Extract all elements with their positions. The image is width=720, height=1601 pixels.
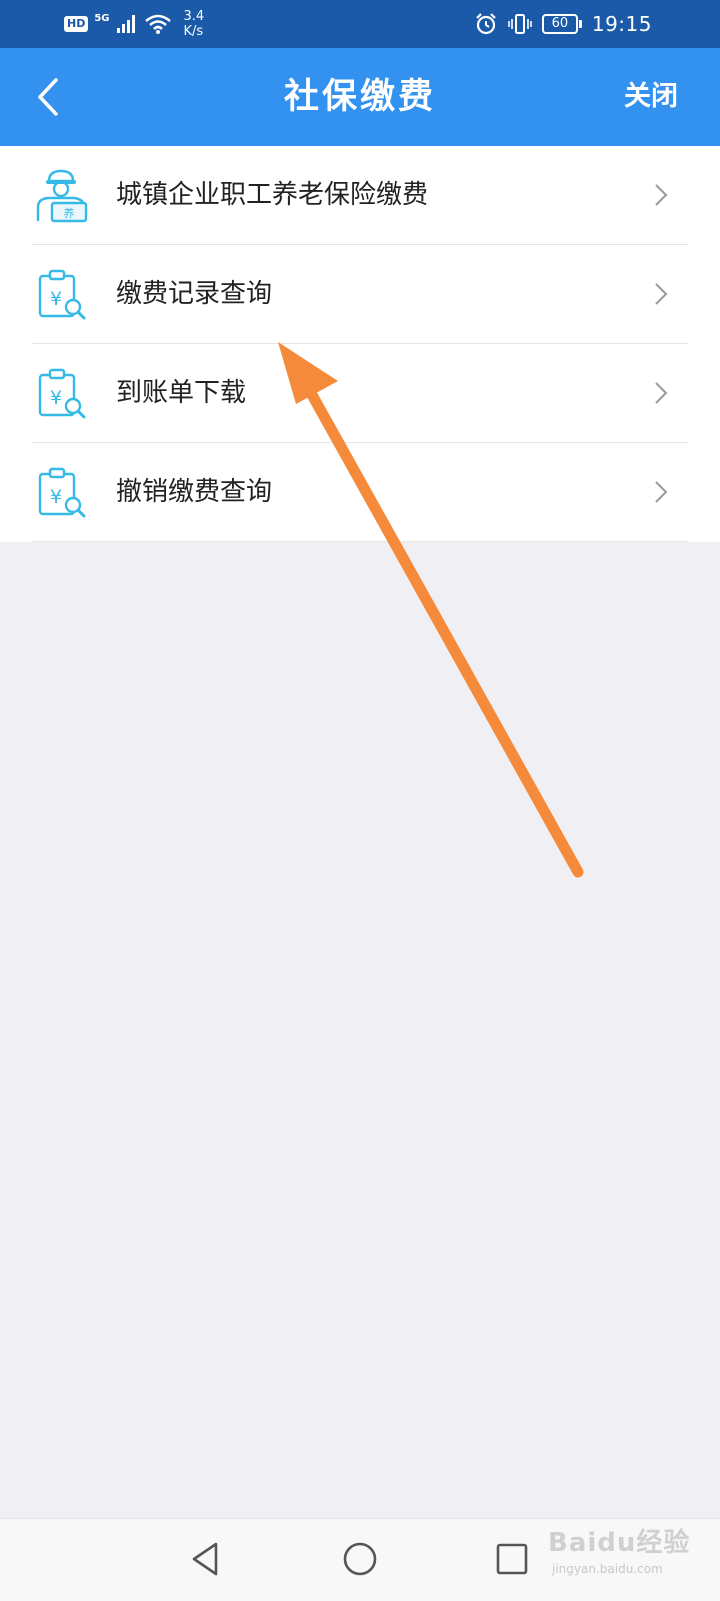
svg-text:¥: ¥ xyxy=(50,288,62,310)
payment-receipt-icon: ¥ xyxy=(38,368,86,419)
divider xyxy=(32,541,688,542)
nav-back-triangle-icon[interactable] xyxy=(186,1538,228,1580)
svg-text:养: 养 xyxy=(64,206,75,220)
chevron-right-icon xyxy=(655,481,668,503)
battery-tip xyxy=(578,20,582,28)
svg-text:¥: ¥ xyxy=(50,486,62,508)
page-title: 社保缴费 xyxy=(283,76,436,117)
pension-worker-icon: 养 xyxy=(36,169,88,223)
menu-item-receipt-download[interactable]: ¥ 到账单下载 xyxy=(0,344,720,443)
network-speed-value: 3.4 xyxy=(183,9,205,24)
battery-indicator: 60 xyxy=(541,14,582,34)
network-speed-unit: K/s xyxy=(183,24,204,39)
baidu-watermark: Baidu经验 jingyan.baidu.com xyxy=(548,1512,698,1592)
chevron-right-icon xyxy=(655,283,668,305)
menu-item-pension-payment[interactable]: 养 城镇企业职工养老保险缴费 xyxy=(0,146,720,245)
alarm-icon xyxy=(476,13,496,35)
menu-item-payment-records[interactable]: ¥ 缴费记录查询 xyxy=(0,245,720,344)
hd-voice-icon: HD xyxy=(64,16,89,32)
network-speed: 3.4 K/s xyxy=(184,9,205,39)
svg-text:¥: ¥ xyxy=(50,387,62,409)
navigation-bar: 社保缴费 关闭 xyxy=(0,48,720,146)
watermark-url: jingyan.baidu.com xyxy=(552,1562,663,1576)
chevron-right-icon xyxy=(655,382,668,404)
signal-strength-icon xyxy=(116,15,135,33)
menu-item-label: 到账单下载 xyxy=(116,378,247,408)
menu-list: 养 城镇企业职工养老保险缴费 ¥ 缴费记录查询 ¥ 到账单下载 ¥ 撤销缴费查询 xyxy=(0,146,720,542)
watermark-logo: Baidu经验 xyxy=(548,1528,691,1558)
close-button[interactable]: 关闭 xyxy=(624,48,678,146)
payment-receipt-icon: ¥ xyxy=(38,269,86,320)
vibrate-icon xyxy=(508,14,532,34)
clock: 19:15 xyxy=(591,12,652,36)
menu-item-label: 缴费记录查询 xyxy=(116,279,273,309)
menu-item-cancel-payment-query[interactable]: ¥ 撤销缴费查询 xyxy=(0,443,720,542)
wifi-icon xyxy=(144,14,171,34)
network-type-label: 5G xyxy=(94,12,110,24)
nav-home-circle-icon[interactable] xyxy=(339,1538,381,1580)
menu-item-label: 城镇企业职工养老保险缴费 xyxy=(116,180,429,210)
menu-item-label: 撤销缴费查询 xyxy=(116,477,273,507)
chevron-right-icon xyxy=(655,184,668,206)
status-bar: HD 5G 3.4 K/s 60 19:15 xyxy=(0,0,720,48)
nav-recents-square-icon[interactable] xyxy=(491,1538,533,1580)
payment-receipt-icon: ¥ xyxy=(38,467,86,518)
battery-level: 60 xyxy=(541,14,578,34)
